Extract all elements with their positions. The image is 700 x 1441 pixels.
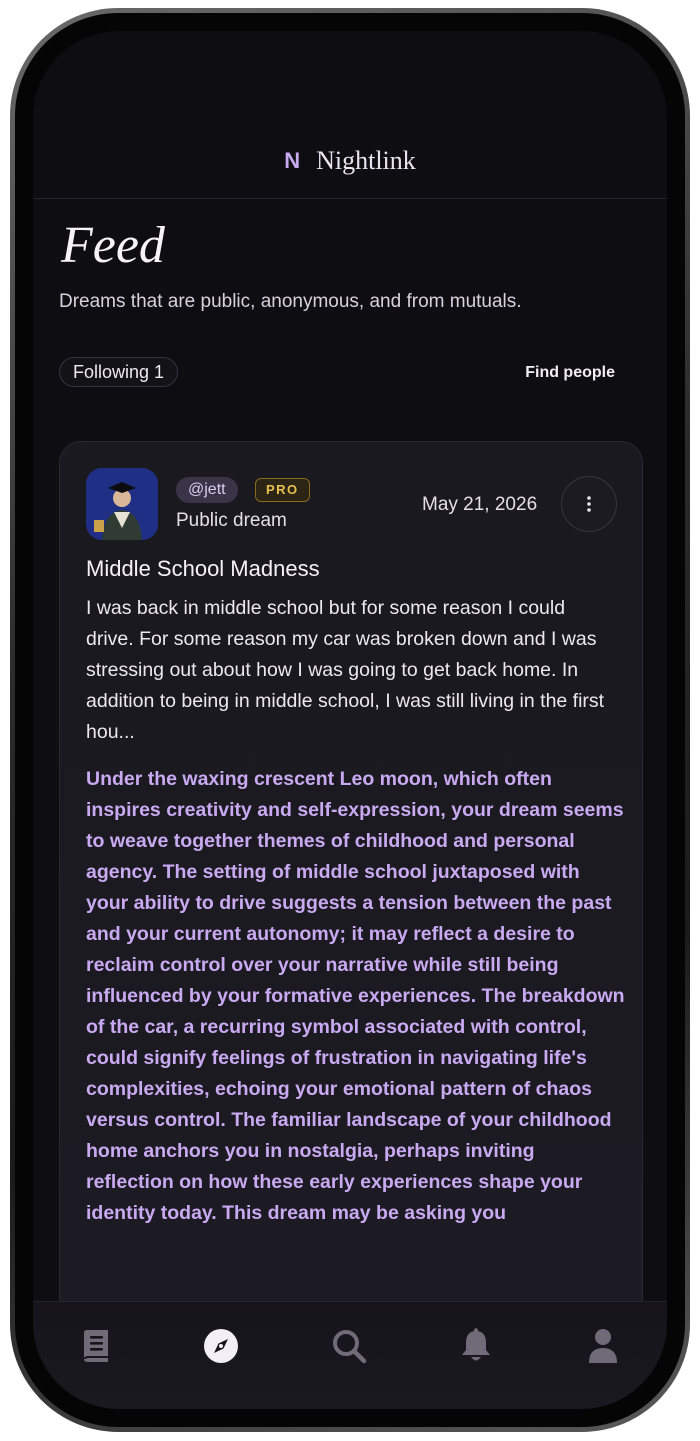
tab-explore[interactable] xyxy=(201,1326,241,1366)
journal-icon xyxy=(84,1330,108,1362)
dream-date: May 21, 2026 xyxy=(422,494,538,515)
compass-icon xyxy=(204,1329,238,1363)
tab-search[interactable] xyxy=(329,1326,369,1366)
find-people-link[interactable]: Find people xyxy=(525,364,615,382)
tab-notifications[interactable] xyxy=(456,1326,496,1366)
bell-icon xyxy=(462,1328,490,1361)
bottom-tab-bar xyxy=(33,1301,667,1409)
app-screen: N Nightlink Feed Dreams that are public,… xyxy=(33,31,667,1409)
tab-profile[interactable] xyxy=(583,1326,623,1366)
dream-interpretation: Under the waxing crescent Leo moon, whic… xyxy=(86,768,625,1224)
dream-card[interactable]: @jett PRO Public dream May 21, 2026 Midd… xyxy=(59,441,643,1341)
app-header: N Nightlink xyxy=(33,31,667,199)
brand-name: Nightlink xyxy=(316,146,416,175)
phone-bezel: N Nightlink Feed Dreams that are public,… xyxy=(15,13,685,1427)
more-vertical-icon xyxy=(587,496,591,512)
profile-icon xyxy=(589,1329,617,1363)
avatar[interactable] xyxy=(86,468,158,540)
brand-logo: N xyxy=(284,148,301,173)
user-handle[interactable]: @jett xyxy=(176,477,238,503)
page-subtitle: Dreams that are public, anonymous, and f… xyxy=(59,291,522,312)
search-icon xyxy=(333,1330,367,1364)
avatar-image xyxy=(86,468,158,540)
more-options-button[interactable] xyxy=(561,476,617,532)
phone-frame: N Nightlink Feed Dreams that are public,… xyxy=(10,8,690,1432)
page-title: Feed xyxy=(61,217,165,274)
following-filter-button[interactable]: Following 1 xyxy=(59,357,179,387)
dream-title: Middle School Madness xyxy=(86,556,320,581)
brand[interactable]: N Nightlink xyxy=(33,146,667,176)
dream-visibility: Public dream xyxy=(176,510,287,531)
dream-excerpt: I was back in middle school but for some… xyxy=(86,597,605,743)
pro-badge: PRO xyxy=(255,478,310,502)
tab-journal[interactable] xyxy=(76,1326,116,1366)
